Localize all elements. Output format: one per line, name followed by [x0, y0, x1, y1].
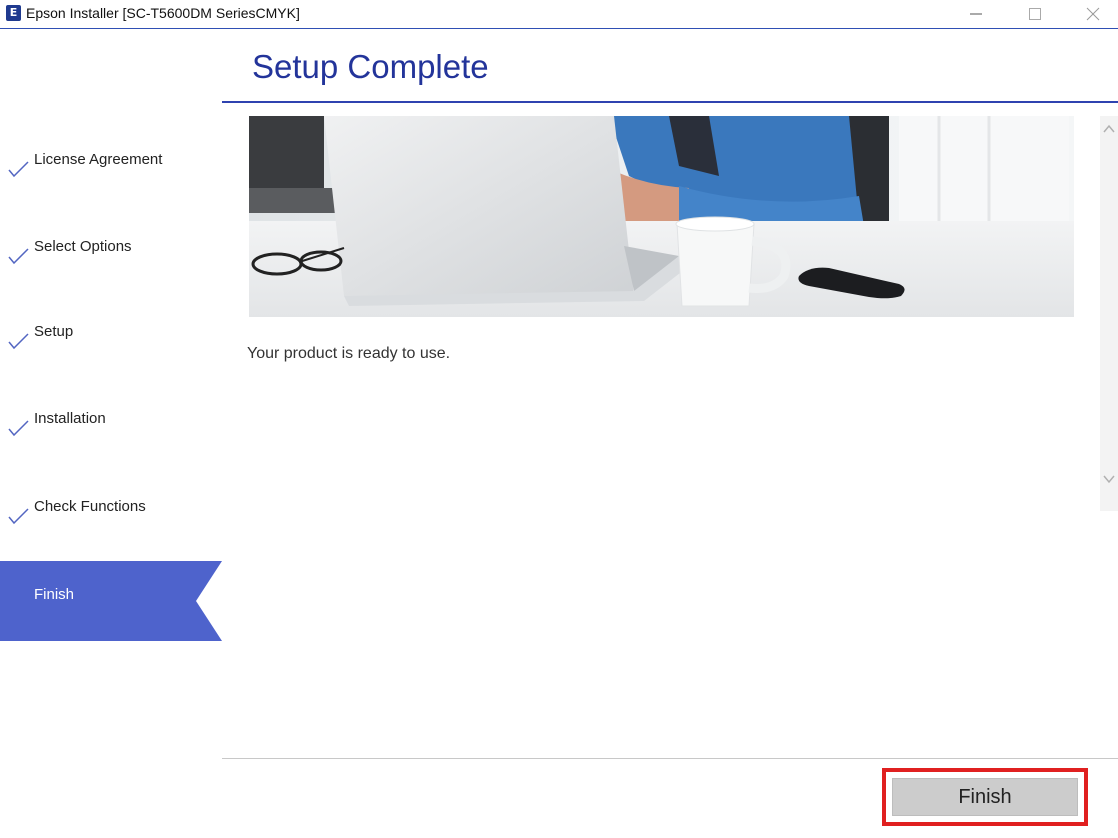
close-icon — [1086, 7, 1100, 21]
title-bar: E Epson Installer [SC-T5600DM SeriesCMYK… — [0, 0, 1118, 29]
finish-button[interactable]: Finish — [892, 778, 1078, 816]
step-installation: Installation — [0, 409, 222, 449]
maximize-icon — [1029, 8, 1041, 20]
step-label: Setup — [34, 323, 74, 340]
footer-divider — [222, 758, 1118, 759]
check-icon — [8, 248, 29, 265]
scroll-up-icon[interactable] — [1103, 124, 1115, 134]
close-button[interactable] — [1070, 0, 1114, 28]
finish-highlight-frame: Finish — [882, 768, 1088, 826]
status-message: Your product is ready to use. — [247, 345, 451, 362]
window-title: Epson Installer [SC-T5600DM SeriesCMYK] — [26, 5, 300, 21]
step-label: Finish — [34, 586, 75, 603]
step-label: License Agreement — [34, 151, 163, 168]
minimize-icon — [970, 13, 982, 15]
step-finish-active: Finish — [0, 561, 222, 641]
epson-app-icon: E — [6, 5, 21, 21]
office-desk-laptop-photo — [249, 116, 1074, 317]
step-check-functions: Check Functions — [0, 497, 222, 537]
content-scrollbar[interactable] — [1100, 116, 1118, 511]
step-sidebar: License Agreement Select Options Setup I… — [0, 30, 222, 838]
step-select-options: Select Options — [0, 237, 222, 277]
header-divider — [222, 101, 1118, 103]
check-icon — [8, 161, 29, 178]
check-icon — [8, 508, 29, 525]
check-icon — [8, 420, 29, 437]
hero-image — [249, 116, 1074, 317]
maximize-button[interactable] — [1012, 0, 1056, 28]
check-icon — [8, 333, 29, 350]
active-step-notch — [196, 561, 222, 641]
page-title: Setup Complete — [252, 48, 489, 85]
step-license-agreement: License Agreement — [0, 150, 222, 190]
step-label: Check Functions — [34, 498, 146, 515]
step-label: Select Options — [34, 238, 132, 255]
step-label: Installation — [34, 410, 106, 427]
step-setup: Setup — [0, 322, 222, 362]
scroll-down-icon[interactable] — [1103, 474, 1115, 484]
minimize-button[interactable] — [953, 0, 997, 28]
